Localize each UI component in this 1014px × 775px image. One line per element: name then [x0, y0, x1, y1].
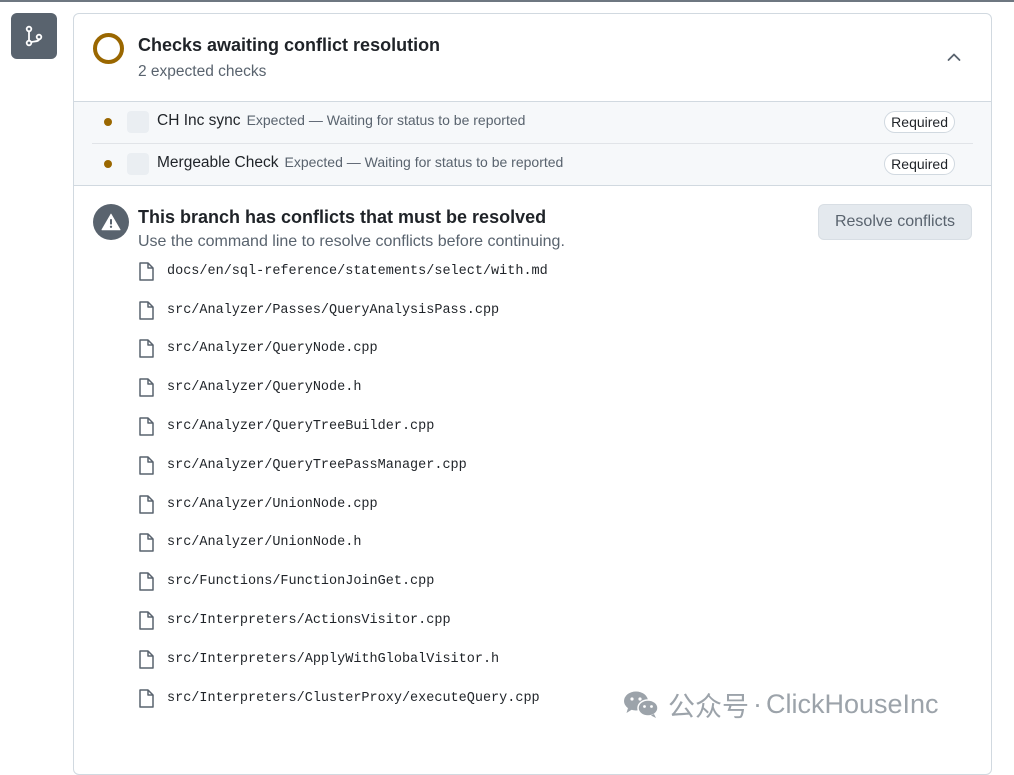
wechat-icon: [624, 691, 659, 718]
file-item: src/Functions/FunctionJoinGet.cpp: [138, 562, 548, 601]
file-icon: [138, 455, 156, 475]
file-icon: [138, 611, 156, 631]
checks-list: CH Inc sync Expected — Waiting for status…: [74, 101, 991, 186]
check-row: Mergeable Check Expected — Waiting for st…: [92, 143, 973, 185]
pending-dot-icon: [104, 118, 112, 126]
conflict-title: This branch has conflicts that must be r…: [138, 207, 547, 227]
file-icon: [138, 261, 156, 281]
required-badge: Required: [884, 153, 955, 175]
wechat-watermark: 公众号 · ClickHouseInc: [622, 688, 939, 722]
file-icon: [138, 688, 156, 708]
file-path: src/Analyzer/QueryNode.h: [167, 380, 362, 396]
alert-icon: [101, 213, 121, 231]
file-path: src/Analyzer/Passes/QueryAnalysisPass.cp…: [167, 302, 500, 318]
file-path: src/Analyzer/QueryTreePassManager.cpp: [167, 457, 467, 473]
file-path: src/Interpreters/ClusterProxy/executeQue…: [167, 690, 540, 706]
checks-title: Checks awaiting conflict resolution: [138, 35, 441, 55]
file-icon: [138, 378, 156, 398]
file-icon: [138, 300, 156, 320]
checks-header[interactable]: Checks awaiting conflict resolution 2 ex…: [74, 14, 991, 101]
alert-badge: [93, 204, 129, 240]
file-icon: [138, 649, 156, 669]
file-path: src/Analyzer/UnionNode.h: [167, 535, 362, 551]
conflict-subtitle: Use the command line to resolve conflict…: [138, 233, 565, 250]
check-name: CH Inc sync: [157, 112, 241, 129]
file-path: docs/en/sql-reference/statements/select/…: [167, 263, 548, 279]
check-status: Expected — Waiting for status to be repo…: [246, 112, 526, 128]
app-avatar: [127, 111, 149, 133]
git-branch-icon: [25, 25, 43, 47]
file-icon: [138, 417, 156, 437]
top-border: [0, 0, 1014, 2]
conflict-section: This branch has conflicts that must be r…: [74, 186, 991, 746]
file-item: src/Analyzer/Passes/QueryAnalysisPass.cp…: [138, 291, 548, 330]
git-branch-badge: [11, 13, 57, 59]
file-item: src/Interpreters/ClusterProxy/executeQue…: [138, 679, 548, 718]
file-path: src/Functions/FunctionJoinGet.cpp: [167, 574, 435, 590]
file-path: src/Analyzer/QueryTreeBuilder.cpp: [167, 419, 435, 435]
file-item: src/Interpreters/ActionsVisitor.cpp: [138, 601, 548, 640]
file-icon: [138, 494, 156, 514]
file-item: src/Analyzer/QueryNode.h: [138, 368, 548, 407]
check-name: Mergeable Check: [157, 154, 279, 171]
file-item: src/Analyzer/QueryTreePassManager.cpp: [138, 446, 548, 485]
file-icon: [138, 572, 156, 592]
file-item: src/Analyzer/UnionNode.cpp: [138, 485, 548, 524]
watermark-name: ClickHouseInc: [766, 688, 939, 719]
file-item: src/Interpreters/ApplyWithGlobalVisitor.…: [138, 640, 548, 679]
required-badge: Required: [884, 111, 955, 133]
watermark-separator: ·: [753, 688, 762, 719]
file-item: src/Analyzer/QueryNode.cpp: [138, 330, 548, 369]
file-path: src/Interpreters/ActionsVisitor.cpp: [167, 613, 451, 629]
pending-dot-icon: [104, 160, 112, 168]
watermark-prefix: 公众号: [668, 691, 749, 722]
resolve-conflicts-button[interactable]: Resolve conflicts: [818, 204, 972, 240]
check-status: Expected — Waiting for status to be repo…: [284, 154, 564, 170]
file-item: docs/en/sql-reference/statements/select/…: [138, 252, 548, 291]
chevron-up-icon: [947, 53, 961, 61]
file-path: src/Analyzer/QueryNode.cpp: [167, 341, 378, 357]
file-icon: [138, 339, 156, 359]
collapse-button[interactable]: [942, 45, 966, 69]
file-icon: [138, 533, 156, 553]
file-path: src/Analyzer/UnionNode.cpp: [167, 496, 378, 512]
check-row: CH Inc sync Expected — Waiting for status…: [92, 102, 973, 143]
file-item: src/Analyzer/UnionNode.h: [138, 524, 548, 563]
merge-status-panel: Checks awaiting conflict resolution 2 ex…: [73, 13, 992, 775]
checks-subtitle: 2 expected checks: [138, 63, 267, 80]
file-path: src/Interpreters/ApplyWithGlobalVisitor.…: [167, 651, 500, 667]
pending-status-icon: [93, 33, 124, 64]
conflicting-files-list: docs/en/sql-reference/statements/select/…: [138, 252, 548, 718]
app-avatar: [127, 153, 149, 175]
file-item: src/Analyzer/QueryTreeBuilder.cpp: [138, 407, 548, 446]
